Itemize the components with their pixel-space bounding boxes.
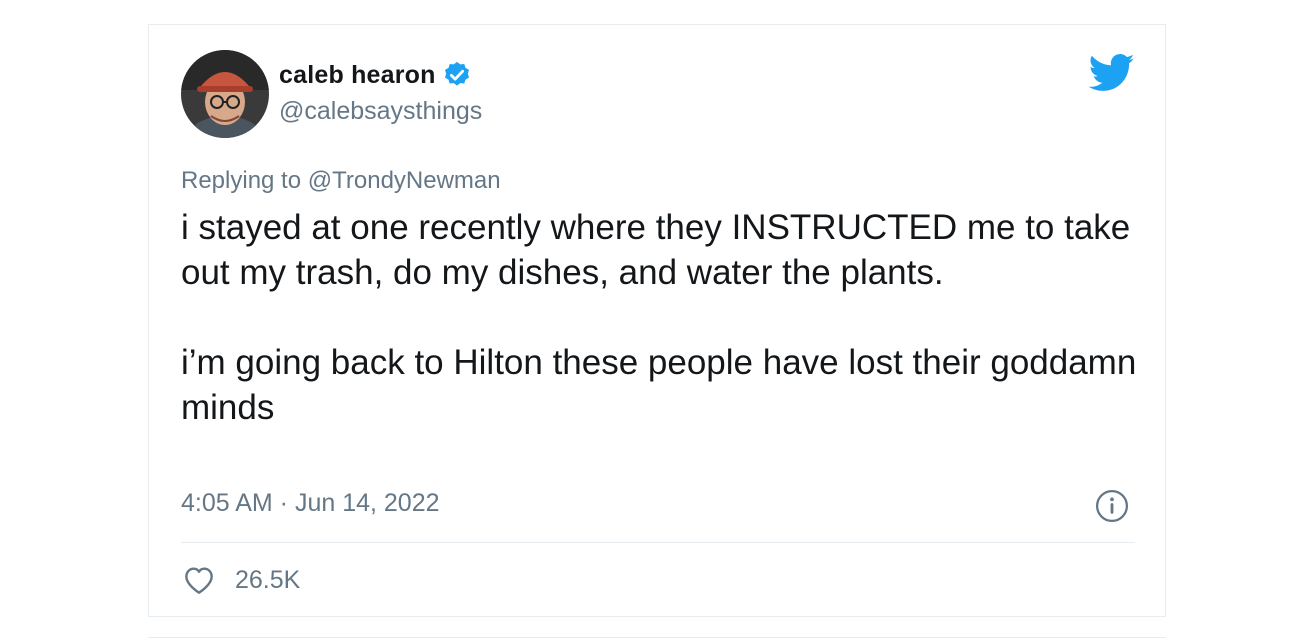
avatar[interactable] [181, 50, 269, 138]
tweet-paragraph: i stayed at one recently where they INST… [181, 208, 1131, 292]
reply-mention-link[interactable]: @TrondyNewman [308, 167, 501, 194]
twitter-bird-icon[interactable] [1089, 53, 1135, 93]
author-name-row: caleb hearon [279, 59, 472, 91]
like-action[interactable]: 26.5K [183, 565, 300, 595]
info-icon[interactable] [1095, 489, 1129, 523]
heart-icon[interactable] [183, 565, 215, 595]
like-count: 26.5K [235, 565, 301, 594]
verified-badge-icon [444, 61, 469, 86]
replying-to: Replying to @TrondyNewman [181, 167, 501, 195]
divider [181, 542, 1135, 543]
replying-to-label: Replying to [181, 167, 302, 194]
avatar-image [181, 50, 269, 138]
next-card-edge [148, 637, 1166, 644]
author-handle[interactable]: @calebsaysthings [279, 97, 482, 126]
display-name[interactable]: caleb hearon [279, 61, 436, 90]
tweet-text: i stayed at one recently where they INST… [181, 205, 1141, 430]
tweet-timestamp[interactable]: 4:05 AM · Jun 14, 2022 [181, 489, 440, 518]
tweet-paragraph: i’m going back to Hilton these people ha… [181, 343, 1137, 427]
page: caleb hearon @calebsaysthings Replying t… [0, 0, 1296, 644]
tweet-card: caleb hearon @calebsaysthings Replying t… [148, 24, 1166, 617]
